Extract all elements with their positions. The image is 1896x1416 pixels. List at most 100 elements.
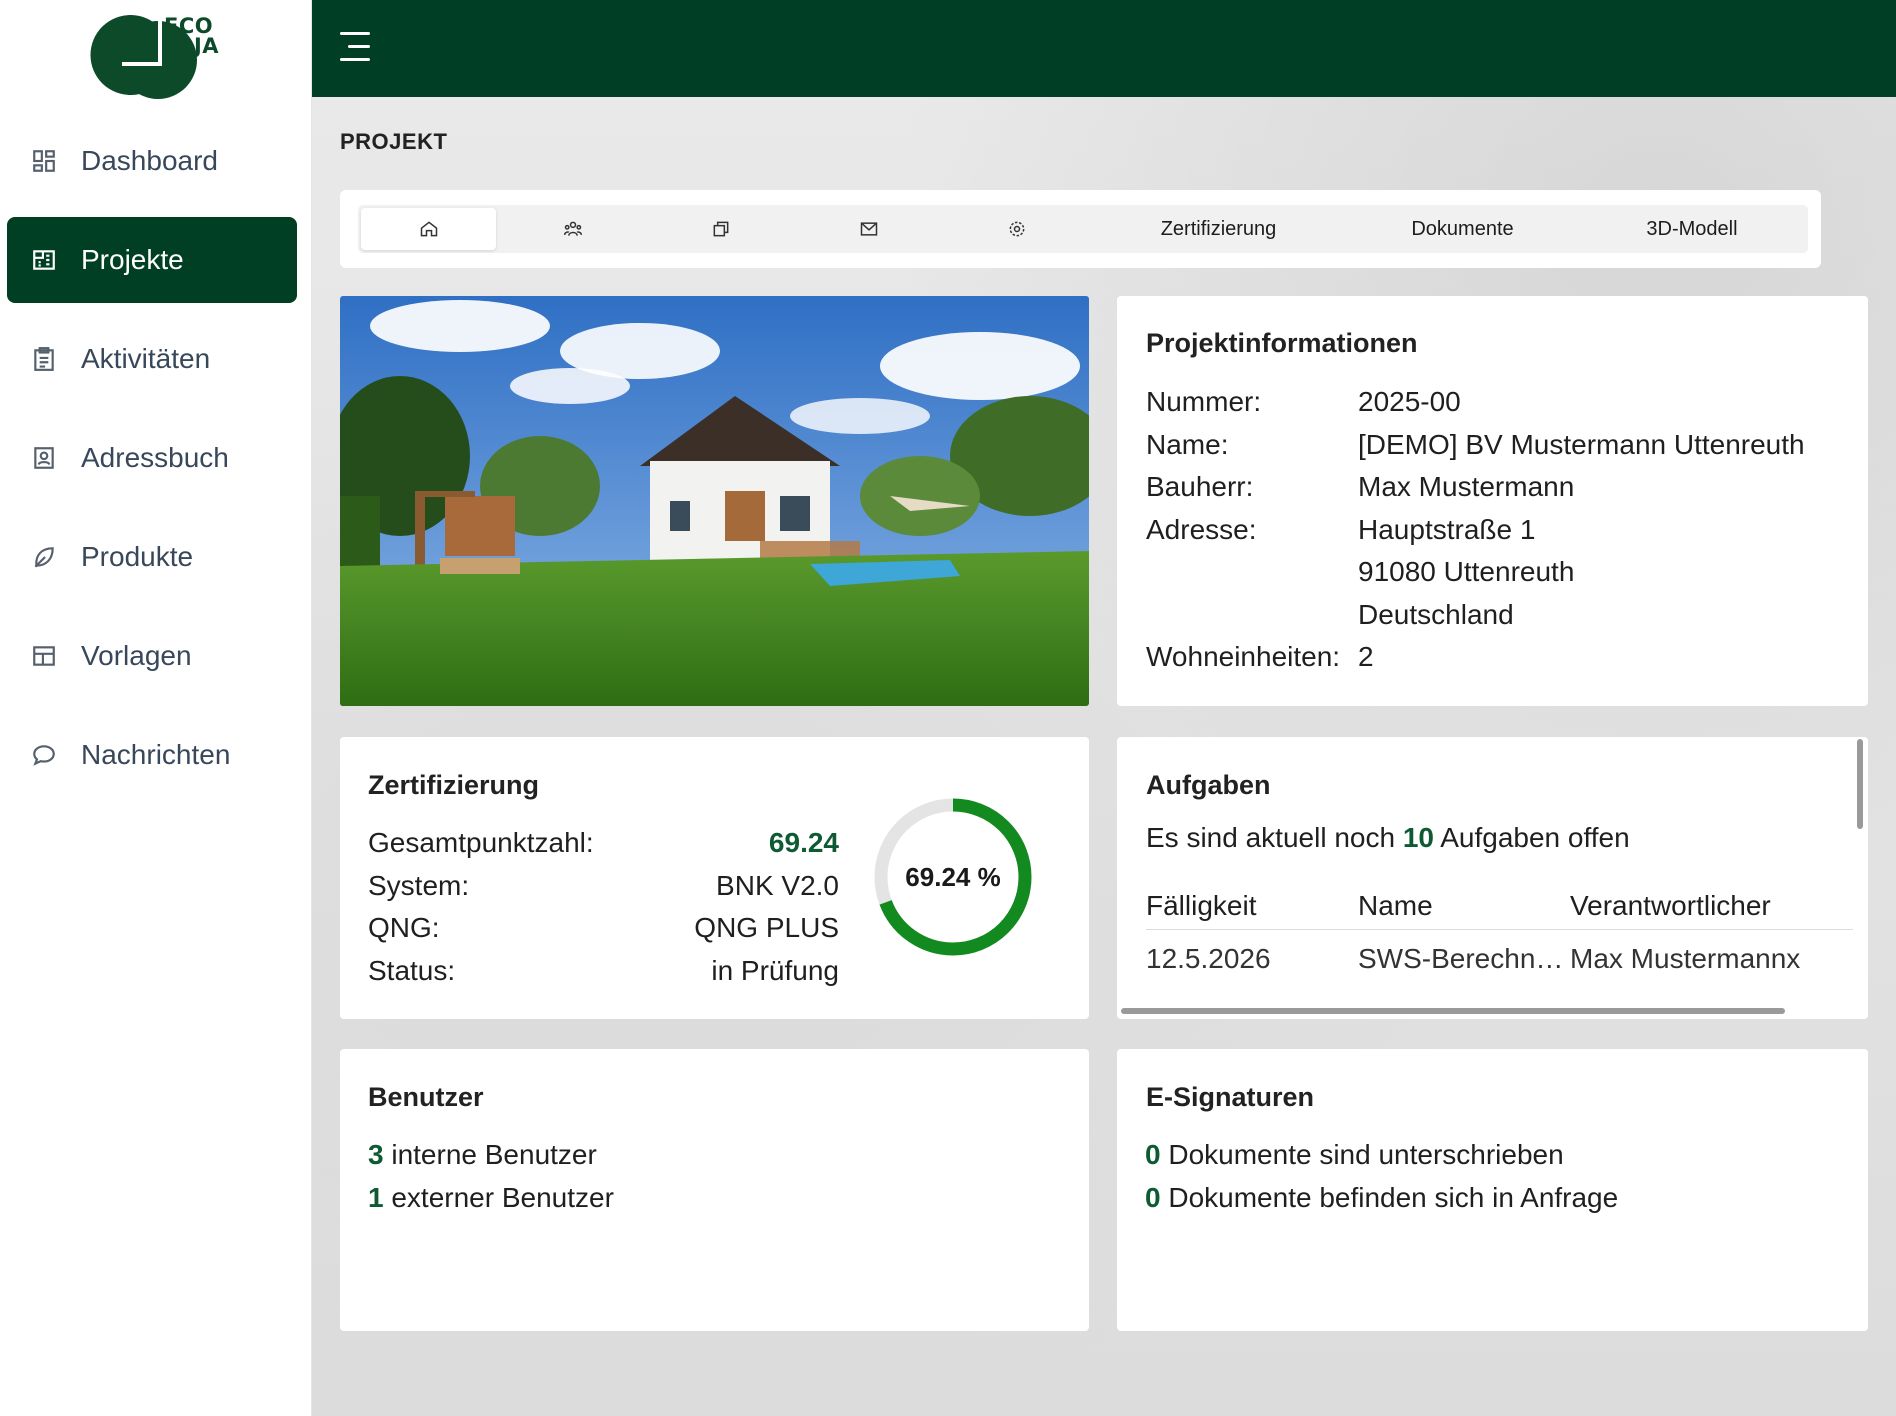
task-owner: Max Mustermannx [1570,943,1801,974]
tab-label: Dokumente [1411,217,1514,240]
signed-count: 0 [1145,1139,1161,1170]
gesamt-value: 69.24 [768,827,839,858]
sidebar-item-label: Vorlagen [81,640,192,671]
tasks-card: Aufgaben Es sind aktuell noch 10 Aufgabe… [1117,737,1868,1019]
tasks-summary: Es sind aktuell noch 10 Aufgaben offen [1146,822,1630,854]
menu-icon[interactable] [338,28,374,64]
tab-home[interactable] [361,208,496,250]
logo-text-line1: ECO [164,14,214,38]
bauherr-value: Max Mustermann [1358,471,1575,502]
page-title: PROJEKT [340,129,448,154]
external-user-label: externer Benutzer [391,1181,614,1213]
pending-label: Dokumente befinden sich in Anfrage [1168,1181,1619,1213]
status-label: Status: [368,954,456,986]
donut-label: 69.24 % [905,861,1001,892]
home-icon [420,221,437,237]
task-name: SWS-Berechnu… [1358,943,1570,974]
card-title: Zertifizierung [368,770,540,800]
layout-grid-icon [29,641,59,671]
project-info-list: Nummer: 2025-00 Name: [DEMO] BV Mustermann… [1146,381,1805,679]
sidebar-item-aktivitaeten[interactable]: Aktivitäten [7,316,297,402]
sidebar: ECO TAJA Dashboard Projekte Aktivitäten [0,0,312,1416]
internal-user-count: 3 [368,1139,384,1170]
tab-settings[interactable] [943,205,1091,253]
logo-text: ECO TAJA [164,14,220,58]
chat-bubble-icon [29,740,59,770]
sidebar-item-produkte[interactable]: Produkte [7,514,297,600]
tab-3d-modell[interactable]: 3D-Modell [1579,205,1805,253]
users-icon [563,221,583,236]
tasks-table: Fälligkeit Name Verantwortlicher 12.5.20… [1146,882,1853,988]
sidebar-item-projekte[interactable]: Projekte [7,217,297,303]
column-header-name[interactable]: Name [1358,890,1570,922]
tab-copy[interactable] [647,205,795,253]
certification-card[interactable]: Zertifizierung Gesamtpunktzahl: 69.24 Sys… [340,737,1089,1019]
sidebar-item-label: Nachrichten [81,739,231,770]
table-header: Fälligkeit Name Verantwortlicher [1146,882,1853,930]
system-label: System: [368,869,470,901]
pending-count: 0 [1145,1181,1161,1213]
esignatures-card: E-Signaturen 0 Dokumente sind unterschri… [1117,1049,1868,1331]
tab-dokumente[interactable]: Dokumente [1346,205,1579,253]
main-content: PROJEKT Zertifizierung Dokumente 3D-Mode… [312,97,1896,1416]
nummer-value: 2025-00 [1358,386,1461,417]
status-value: in Prüfung [711,954,839,986]
dashboard-icon [29,146,59,176]
logo-text-line2: TAJA [164,34,220,58]
open-task-count: 10 [1402,822,1434,853]
top-bar [312,0,1896,97]
contact-book-icon [29,443,59,473]
tab-label: 3D-Modell [1646,217,1738,240]
wohneinheiten-label: Wohneinheiten: [1146,641,1341,672]
ort-value: 91080 Uttenreuth [1358,556,1575,587]
sidebar-item-dashboard[interactable]: Dashboard [7,118,297,204]
qng-label: QNG: [368,912,440,943]
task-due: 12.5.2026 [1146,943,1271,974]
table-row[interactable]: 12.5.2026 SWS-Berechnu… Max Mustermannx [1146,930,1853,988]
settings-icon [1009,221,1025,237]
gesamt-label: Gesamtpunktzahl: [368,827,594,858]
sidebar-item-label: Aktivitäten [81,343,211,374]
wohneinheiten-value: 2 [1358,641,1374,672]
summary-prefix: Es sind aktuell noch [1146,822,1396,853]
sidebar-item-label: Projekte [81,244,184,275]
copy-icon [713,221,729,237]
ecotaja-logo[interactable]: ECO TAJA [80,12,230,100]
name-label: Name: [1146,428,1229,460]
card-title: Projektinformationen [1146,328,1418,358]
card-title: Aufgaben [1146,770,1271,800]
sidebar-item-label: Produkte [81,541,194,572]
internal-user-label: interne Benutzer [391,1139,597,1170]
sidebar-item-nachrichten[interactable]: Nachrichten [7,712,297,798]
column-header-verantwortlicher[interactable]: Verantwortlicher [1570,890,1853,922]
name-value: [DEMO] BV Mustermann Uttenreuth [1358,428,1805,460]
clipboard-icon [29,344,59,374]
mail-icon [860,222,878,236]
sidebar-item-label: Adressbuch [81,442,229,473]
tab-mail[interactable] [795,205,943,253]
horizontal-scrollbar[interactable] [1121,1008,1785,1014]
vertical-scrollbar[interactable] [1857,739,1863,829]
project-tab-bar: Zertifizierung Dokumente 3D-Modell [340,190,1821,268]
card-title: Benutzer [368,1082,484,1112]
qng-value: QNG PLUS [694,912,839,943]
card-title: E-Signaturen [1146,1082,1315,1112]
sidebar-item-adressbuch[interactable]: Adressbuch [7,415,297,501]
land-value: Deutschland [1358,598,1514,630]
strasse-value: Hauptstraße 1 [1358,513,1536,545]
column-header-faelligkeit[interactable]: Fälligkeit [1146,890,1358,922]
summary-suffix: Aufgaben offen [1440,822,1630,853]
tab-list: Zertifizierung Dokumente 3D-Modell [358,205,1808,253]
sidebar-item-label: Dashboard [81,145,218,176]
system-value: BNK V2.0 [716,869,839,901]
sidebar-nav: Dashboard Projekte Aktivitäten Adressbuc… [7,118,297,811]
certification-list: Gesamtpunktzahl: 69.24 System: BNK V2.0 QN… [368,822,839,992]
building-icon [29,245,59,275]
tab-zertifizierung[interactable]: Zertifizierung [1091,205,1346,253]
adresse-label: Adresse: [1146,513,1257,545]
tab-users[interactable] [499,205,647,253]
leaf-icon [29,542,59,572]
sidebar-item-vorlagen[interactable]: Vorlagen [7,613,297,699]
users-list: 3 interne Benutzer 1 externer Benutzer [368,1134,614,1219]
nummer-label: Nummer: [1146,386,1262,417]
